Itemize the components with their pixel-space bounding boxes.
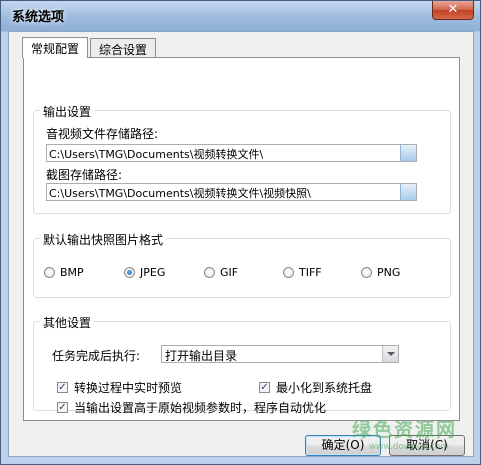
- realtime-preview-checkbox[interactable]: ✓ 转换过程中实时预览: [57, 379, 182, 396]
- check-icon[interactable]: ✓: [57, 382, 68, 393]
- close-icon: ✕: [447, 2, 459, 17]
- av-path-label: 音视频文件存储路径:: [46, 127, 159, 141]
- av-path-value: C:\Users\TMG\Documents\视频转换文件\: [49, 148, 264, 161]
- av-path-dropdown-button[interactable]: [400, 145, 416, 161]
- title-bar[interactable]: 系统选项 ✕: [1, 1, 480, 31]
- radio-circle[interactable]: [361, 267, 372, 278]
- radio-png[interactable]: PNG: [361, 266, 400, 279]
- realtime-preview-label: 转换过程中实时预览: [74, 381, 183, 395]
- radio-circle[interactable]: [44, 267, 55, 278]
- radio-label: GIF: [220, 266, 239, 279]
- av-path-combo[interactable]: C:\Users\TMG\Documents\视频转换文件\: [46, 144, 417, 162]
- radio-jpeg[interactable]: JPEG: [124, 266, 165, 279]
- screenshot-path-combo[interactable]: C:\Users\TMG\Documents\视频转换文件\视频快照\: [46, 183, 417, 201]
- tab-comprehensive[interactable]: 综合设置: [90, 38, 157, 57]
- after-task-dropdown-button[interactable]: [382, 346, 398, 362]
- check-icon[interactable]: ✓: [259, 382, 270, 393]
- radio-circle-selected[interactable]: [124, 267, 135, 278]
- radio-gif[interactable]: GIF: [204, 266, 238, 279]
- auto-optimize-label: 当输出设置高于原始视频参数时，程序自动优化: [74, 401, 327, 415]
- snapshot-format-group: 默认输出快照图片格式 BMP JPEG GIF TIFF PNG: [33, 231, 451, 298]
- screenshot-path-value: C:\Users\TMG\Documents\视频转换文件\视频快照\: [49, 187, 311, 200]
- output-settings-group: 输出设置 音视频文件存储路径: C:\Users\TMG\Documents\视…: [33, 103, 451, 214]
- radio-bmp[interactable]: BMP: [44, 266, 84, 279]
- radio-tiff[interactable]: TIFF: [283, 266, 322, 279]
- after-task-label: 任务完成后执行:: [52, 349, 141, 363]
- options-window: 系统选项 ✕ 常规配置 综合设置 输出设置 音视频文件存储路径: C:\User…: [0, 0, 481, 465]
- minimize-to-tray-label: 最小化到系统托盘: [276, 381, 373, 395]
- other-settings-group: 其他设置 任务完成后执行: 打开输出目录 ✓ 转换过程中实时预览 ✓ 最小化到系…: [33, 314, 451, 415]
- window-title: 系统选项: [12, 10, 65, 25]
- auto-optimize-checkbox[interactable]: ✓ 当输出设置高于原始视频参数时，程序自动优化: [57, 399, 326, 416]
- radio-circle[interactable]: [283, 267, 294, 278]
- chevron-down-icon: [387, 352, 395, 356]
- radio-label: PNG: [377, 266, 401, 279]
- radio-label: BMP: [60, 266, 84, 279]
- tab-panel-general: 输出设置 音视频文件存储路径: C:\Users\TMG\Documents\视…: [23, 57, 460, 421]
- other-settings-title: 其他设置: [40, 314, 95, 331]
- screenshot-path-label: 截图存储路径:: [46, 168, 123, 182]
- close-button[interactable]: ✕: [432, 1, 474, 20]
- after-task-value: 打开输出目录: [165, 349, 238, 363]
- snapshot-format-title: 默认输出快照图片格式: [40, 231, 167, 248]
- output-settings-title: 输出设置: [40, 103, 95, 120]
- minimize-to-tray-checkbox[interactable]: ✓ 最小化到系统托盘: [259, 379, 372, 396]
- screenshot-path-dropdown-button[interactable]: [400, 184, 416, 200]
- radio-label: JPEG: [140, 266, 166, 279]
- watermark-url: www.downcc.com: [368, 442, 449, 452]
- check-icon[interactable]: ✓: [57, 402, 68, 413]
- radio-circle[interactable]: [204, 267, 215, 278]
- dialog-client-area: 常规配置 综合设置 输出设置 音视频文件存储路径: C:\Users\TMG\D…: [8, 31, 474, 457]
- radio-label: TIFF: [299, 266, 322, 279]
- tab-general[interactable]: 常规配置: [22, 37, 89, 58]
- after-task-select[interactable]: 打开输出目录: [161, 345, 399, 363]
